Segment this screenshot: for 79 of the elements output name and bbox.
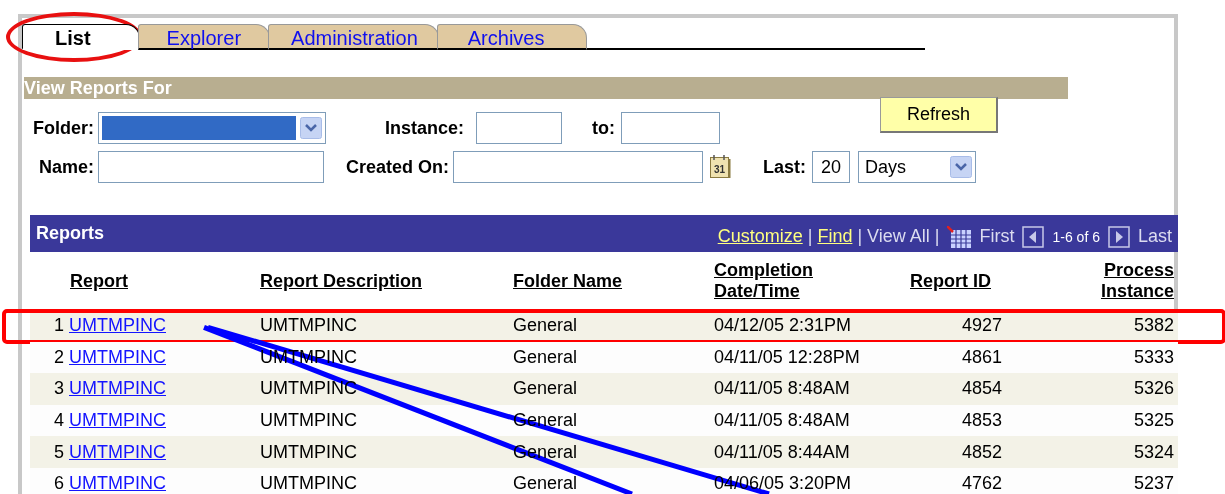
field-label: Created On: bbox=[346, 156, 450, 178]
row-number: 1 bbox=[53, 315, 64, 337]
row-number: 5 bbox=[53, 441, 64, 463]
table-cell: UMTMPINC bbox=[260, 378, 357, 399]
row-number: 3 bbox=[53, 378, 64, 400]
nav-link[interactable]: Customize bbox=[717, 226, 803, 247]
row-range: 1-6 of 6 bbox=[1052, 228, 1100, 245]
table-cell: 5237 bbox=[1133, 473, 1174, 494]
table-cell: 04/11/05 8:48AM bbox=[714, 378, 850, 399]
refresh-button[interactable]: Refresh bbox=[880, 97, 998, 133]
table-cell: 4853 bbox=[962, 410, 1003, 431]
dropdown-icon bbox=[300, 117, 322, 139]
field-label: Last: bbox=[763, 156, 807, 178]
report-link[interactable]: UMTMPINC bbox=[69, 473, 166, 494]
nav-text: Last bbox=[1137, 226, 1172, 247]
table-cell: 4852 bbox=[962, 441, 1003, 462]
grid-title: Reports bbox=[36, 223, 104, 244]
dropdown-icon bbox=[950, 156, 973, 178]
table-cell: 4927 bbox=[962, 315, 1003, 336]
table-cell: 5324 bbox=[1133, 441, 1174, 462]
field-label: to: bbox=[592, 117, 615, 139]
table-cell: UMTMPINC bbox=[260, 473, 357, 494]
table-cell: 04/11/05 12:28PM bbox=[714, 346, 860, 367]
tab[interactable]: Explorer bbox=[137, 24, 271, 50]
nav-text: View All bbox=[867, 226, 930, 247]
field-label: Instance: bbox=[383, 117, 464, 139]
table-cell: 04/11/05 8:48AM bbox=[714, 410, 850, 431]
separator: | bbox=[934, 226, 940, 247]
column-header[interactable]: Report ID bbox=[910, 270, 991, 292]
report-link[interactable]: UMTMPINC bbox=[69, 441, 166, 462]
table-cell: UMTMPINC bbox=[260, 315, 357, 336]
table-cell: General bbox=[513, 346, 578, 367]
table-cell: UMTMPINC bbox=[260, 410, 357, 431]
unit-dropdown[interactable]: Days bbox=[858, 151, 977, 183]
report-link[interactable]: UMTMPINC bbox=[69, 378, 166, 399]
field-label: Folder: bbox=[32, 117, 94, 139]
table-cell: 04/11/05 8:44AM bbox=[714, 441, 850, 462]
table-cell: 4762 bbox=[962, 473, 1003, 494]
field-label: Name: bbox=[37, 156, 94, 178]
nav-text: First bbox=[979, 226, 1015, 247]
separator: | bbox=[857, 226, 863, 247]
report-link[interactable]: UMTMPINC bbox=[69, 410, 166, 431]
column-header[interactable]: Process Instance bbox=[1084, 260, 1174, 302]
input-field[interactable] bbox=[453, 151, 704, 183]
table-cell: 5326 bbox=[1133, 378, 1174, 399]
calendar-icon[interactable]: 31 bbox=[709, 154, 732, 180]
input-field[interactable] bbox=[476, 112, 562, 144]
input-field[interactable] bbox=[621, 112, 720, 144]
table-cell: 4861 bbox=[962, 346, 1003, 367]
table-cell: 04/12/05 2:31PM bbox=[714, 315, 852, 336]
row-number: 2 bbox=[53, 346, 64, 368]
input-field[interactable] bbox=[98, 151, 324, 183]
report-link[interactable]: UMTMPINC bbox=[69, 346, 166, 367]
nav-link[interactable]: Find bbox=[817, 226, 853, 247]
table-cell: UMTMPINC bbox=[260, 441, 357, 462]
folder-dropdown[interactable] bbox=[98, 112, 326, 144]
table-cell: 5333 bbox=[1133, 346, 1174, 367]
column-header[interactable]: Report Description bbox=[260, 270, 423, 292]
column-header[interactable]: Report bbox=[70, 270, 128, 292]
section-title: View Reports For bbox=[24, 78, 172, 98]
table-cell: General bbox=[513, 473, 578, 494]
input-field[interactable]: 20 bbox=[812, 151, 851, 183]
previous-icon[interactable] bbox=[1022, 225, 1045, 248]
grid-icon[interactable] bbox=[947, 225, 972, 248]
separator: | bbox=[807, 226, 813, 247]
row-number: 6 bbox=[53, 473, 64, 494]
column-header[interactable]: Folder Name bbox=[513, 270, 623, 292]
column-header[interactable]: Completion Date/Time bbox=[714, 260, 834, 302]
tab[interactable]: Archives bbox=[436, 24, 588, 50]
tab[interactable]: List bbox=[22, 24, 140, 50]
tab[interactable]: Administration bbox=[268, 24, 439, 50]
row-number: 4 bbox=[53, 410, 64, 432]
table-cell: 4854 bbox=[962, 378, 1003, 399]
table-cell: 5382 bbox=[1133, 315, 1174, 336]
table-cell: General bbox=[513, 315, 578, 336]
report-link[interactable]: UMTMPINC bbox=[69, 315, 166, 336]
table-cell: 5325 bbox=[1133, 410, 1174, 431]
next-icon[interactable] bbox=[1107, 225, 1130, 248]
table-cell: General bbox=[513, 378, 578, 399]
